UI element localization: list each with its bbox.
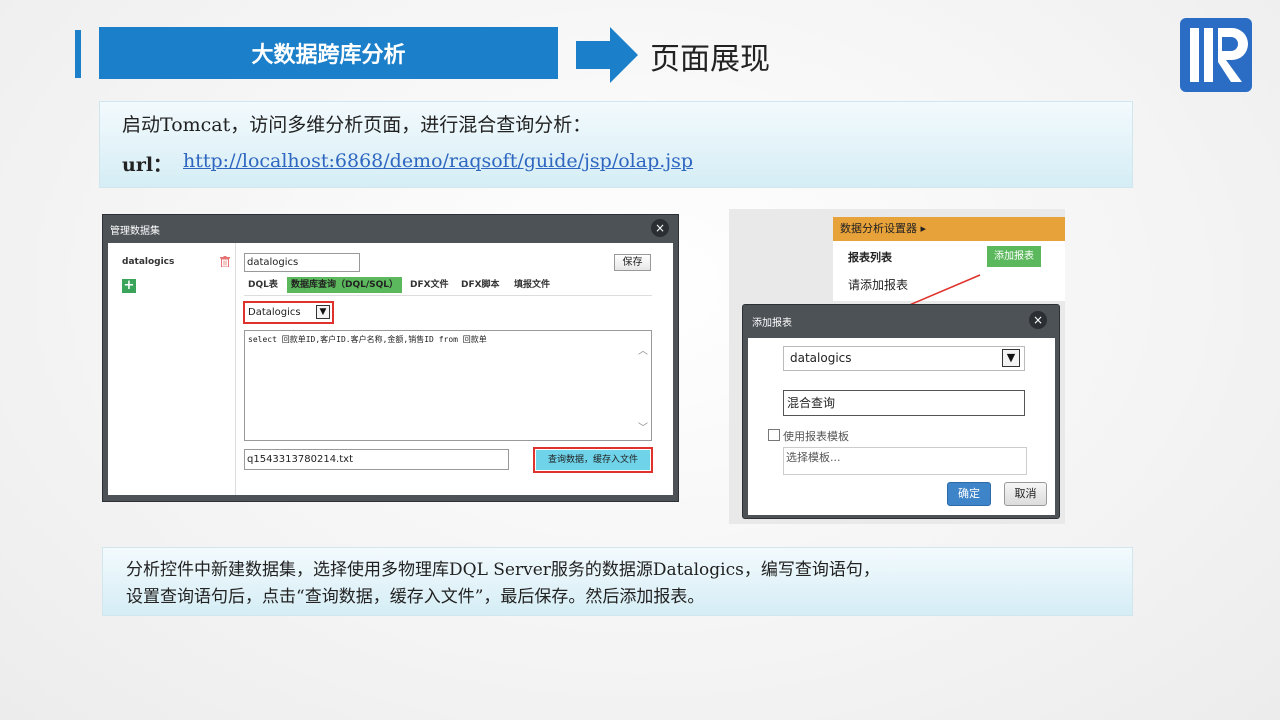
analysis-settings-menu[interactable]: 数据分析设置器 ▸	[833, 217, 1065, 241]
tabs-divider	[244, 295, 652, 296]
tab-dql-table[interactable]: DQL表	[244, 277, 282, 293]
tab-dfx-file[interactable]: DFX文件	[406, 277, 453, 293]
close-icon[interactable]: ×	[1029, 311, 1047, 329]
right-arrow-icon	[576, 27, 638, 83]
add-icon[interactable]: +	[122, 279, 136, 293]
intro-text: 启动Tomcat，访问多维分析页面，进行混合查询分析：	[122, 114, 592, 136]
dialog-title: 添加报表	[752, 318, 792, 329]
datasource-select[interactable]: datalogics	[783, 346, 1025, 371]
tab-dfx-script[interactable]: DFX脚本	[457, 277, 504, 293]
caret-right-icon: ▸	[920, 222, 927, 235]
raqsoft-logo-icon	[1180, 18, 1252, 92]
title-banner: 大数据跨库分析	[99, 27, 558, 79]
section-title: 页面展现	[650, 42, 770, 77]
description-text: 分析控件中新建数据集，选择使用多物理库DQL Server服务的数据源Datal…	[126, 557, 1116, 611]
use-template-label: 使用报表模板	[783, 430, 849, 443]
description-line-1: 分析控件中新建数据集，选择使用多物理库DQL Server服务的数据源Datal…	[126, 560, 880, 580]
add-report-button[interactable]: 添加报表	[987, 246, 1041, 267]
tab-db-query[interactable]: 数据库查询（DQL/SQL）	[287, 277, 403, 293]
dialog-title: 管理数据集	[110, 226, 160, 237]
close-icon[interactable]: ×	[651, 219, 669, 237]
cancel-button[interactable]: 取消	[1004, 482, 1047, 506]
report-name-input[interactable]: 混合查询	[783, 390, 1025, 416]
datasource-item[interactable]: datalogics	[122, 257, 174, 267]
template-select[interactable]: 选择模板...	[783, 447, 1027, 475]
chevron-down-icon[interactable]: ▼	[316, 305, 330, 319]
description-line-2: 设置查询语句后，点击“查询数据，缓存入文件”，最后保存。然后添加报表。	[126, 587, 705, 607]
save-button[interactable]: 保存	[614, 254, 651, 271]
scroll-down-icon[interactable]: ﹀	[638, 419, 648, 434]
dataset-name-input[interactable]: datalogics	[244, 253, 360, 272]
query-cache-button[interactable]: 查询数据，缓存入文件	[536, 450, 650, 470]
menu-title: 数据分析设置器	[840, 222, 917, 235]
tab-fill-file[interactable]: 填报文件	[510, 277, 554, 293]
use-template-checkbox[interactable]	[768, 429, 780, 441]
sql-textarea[interactable]: select 回款单ID,客户ID.客户名称,金额,销售ID from 回款单	[244, 330, 652, 441]
menu-item-report-list[interactable]: 报表列表	[848, 249, 892, 265]
ok-button[interactable]: 确定	[947, 482, 991, 506]
url-label: url：	[122, 154, 173, 176]
scroll-up-icon[interactable]: ︿	[638, 342, 648, 357]
chevron-down-icon[interactable]: ▼	[1002, 349, 1020, 367]
header-accent-bar	[75, 30, 81, 78]
cache-file-input[interactable]: q1543313780214.txt	[244, 449, 509, 470]
olap-url-link[interactable]: http://localhost:6868/demo/raqsoft/guide…	[183, 150, 693, 172]
trash-icon[interactable]	[220, 256, 230, 267]
